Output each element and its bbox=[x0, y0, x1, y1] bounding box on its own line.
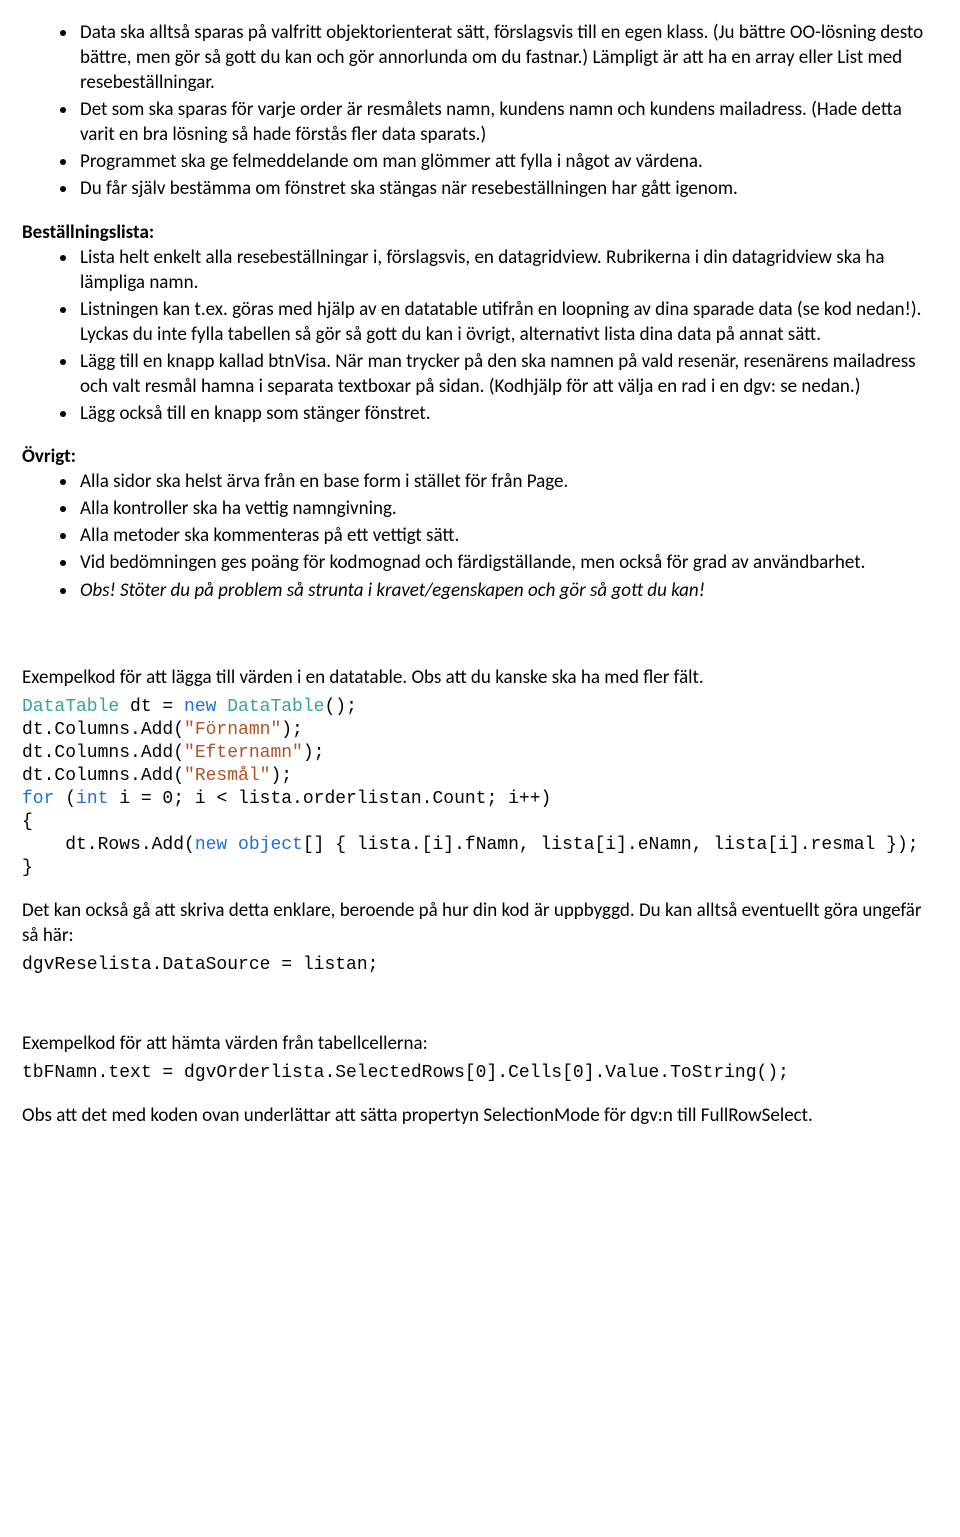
closing-note: Obs att det med koden ovan underlättar a… bbox=[22, 1103, 938, 1128]
list-item: Lägg till en knapp kallad btnVisa. När m… bbox=[78, 349, 938, 399]
example1-intro: Exempelkod för att lägga till värden i e… bbox=[22, 665, 938, 690]
list-item: Du får själv bestämma om fönstret ska st… bbox=[78, 176, 938, 201]
example2-intro: Exempelkod för att hämta värden från tab… bbox=[22, 1031, 938, 1056]
list-item-italic: Obs! Stöter du på problem så strunta i k… bbox=[78, 578, 938, 603]
example1-alt-intro: Det kan också gå att skriva detta enklar… bbox=[22, 898, 938, 948]
list-item: Data ska alltså sparas på valfritt objek… bbox=[78, 20, 938, 95]
list-item: Lista helt enkelt alla resebeställningar… bbox=[78, 245, 938, 295]
list-item: Alla metoder ska kommenteras på ett vett… bbox=[78, 523, 938, 548]
section-heading-bestallningslista: Beställningslista: bbox=[22, 220, 938, 245]
section-heading-ovrigt: Övrigt: bbox=[22, 444, 938, 469]
ovrigt-list: Alla sidor ska helst ärva från en base f… bbox=[22, 469, 938, 602]
list-item: Alla sidor ska helst ärva från en base f… bbox=[78, 469, 938, 494]
code-block-selectedrows: tbFNamn.text = dgvOrderlista.SelectedRow… bbox=[22, 1062, 938, 1085]
code-block-datatable: DataTable dt = new DataTable(); dt.Colum… bbox=[22, 696, 938, 880]
list-item: Det som ska sparas för varje order är re… bbox=[78, 97, 938, 147]
intro-list: Data ska alltså sparas på valfritt objek… bbox=[22, 20, 938, 202]
list-item: Alla kontroller ska ha vettig namngivnin… bbox=[78, 496, 938, 521]
list-item: Listningen kan t.ex. göras med hjälp av … bbox=[78, 297, 938, 347]
list-item: Programmet ska ge felmeddelande om man g… bbox=[78, 149, 938, 174]
list-item: Lägg också till en knapp som stänger fön… bbox=[78, 401, 938, 426]
list-item: Vid bedömningen ges poäng för kodmognad … bbox=[78, 550, 938, 575]
bestallningslista-list: Lista helt enkelt alla resebeställningar… bbox=[22, 245, 938, 427]
code-block-datasource: dgvReselista.DataSource = listan; bbox=[22, 954, 938, 977]
